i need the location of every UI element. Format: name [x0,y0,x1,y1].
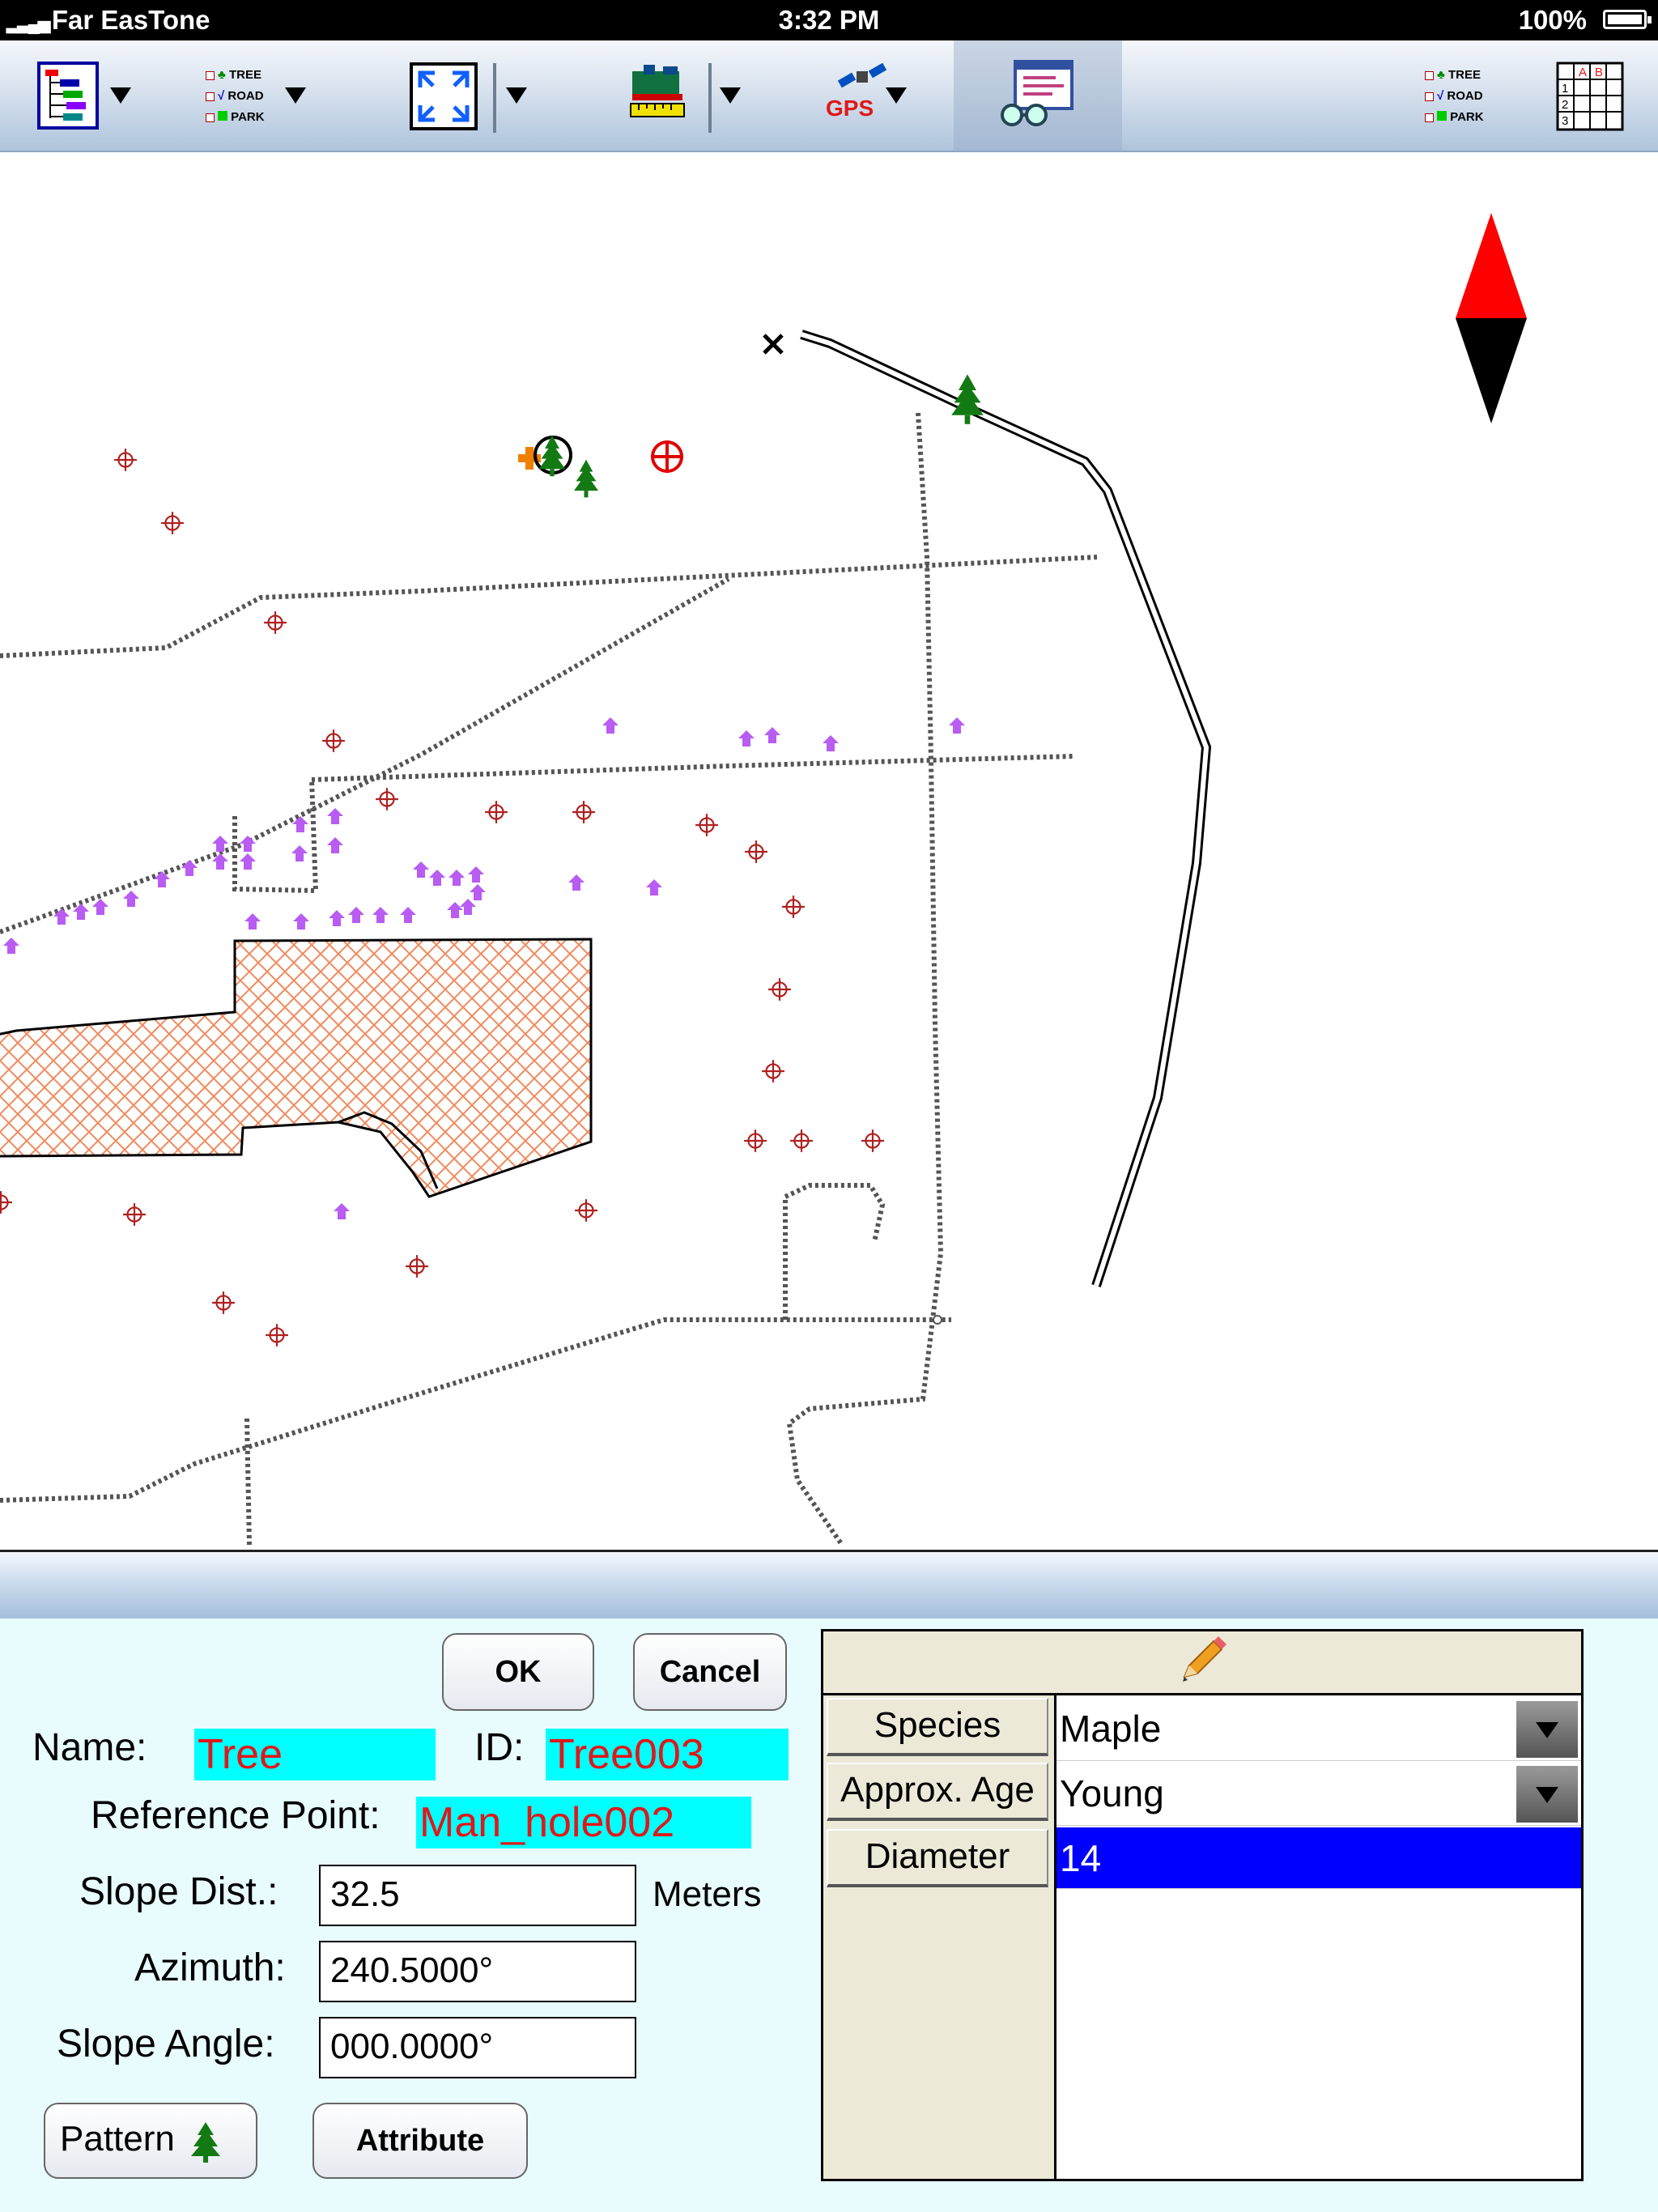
map-layer[interactable] [0,152,1658,1545]
chevron-down-icon[interactable] [285,87,306,104]
species-value: Maple [1060,1708,1162,1750]
name-field[interactable]: Tree [194,1729,436,1780]
slope-angle-input[interactable]: 000.0000° [319,2017,636,2078]
status-bar: ▂▃▄▅ Far EasTone 3:32 PM 100% [0,0,1658,40]
battery-percent: 100% [1518,5,1587,35]
chevron-down-icon[interactable] [886,87,907,104]
pattern-button[interactable]: Pattern [44,2103,257,2179]
diameter-input[interactable]: 14 [1056,1827,1581,1889]
reference-point-field[interactable]: Man_hole002 [416,1797,751,1848]
battery-icon [1603,10,1652,29]
grid-row-3: 3 [1562,114,1568,128]
zoom-extent-tool[interactable] [409,40,530,151]
distance-unit-label: Meters [653,1874,762,1914]
grid-header-b: B [1595,66,1603,79]
pattern-label: Pattern [60,2119,175,2159]
chevron-down-icon[interactable] [720,87,741,104]
slope-distance-label: Slope Dist.: [79,1870,278,1913]
age-select[interactable]: Young [1056,1761,1581,1826]
pencil-icon[interactable] [1173,1635,1230,1688]
chevron-down-icon[interactable] [110,87,131,104]
legend-list: ♣ TREE √ ROAD PARK [206,65,265,128]
measure-tool[interactable] [627,40,757,151]
grid-header-a: A [1579,66,1587,79]
cancel-button[interactable]: Cancel [633,1633,787,1711]
gps-satellite-icon [837,63,887,88]
map-canvas[interactable] [0,152,1658,1545]
chevron-down-icon[interactable] [1516,1766,1578,1823]
target-reticle-icon [651,440,683,473]
selected-tree-marker [518,435,598,498]
gps-tool[interactable]: GPS [818,40,915,151]
toolbar: ♣ TREE √ ROAD PARK GPS ♣ TREE √ ROAD PAR… [0,40,1658,152]
measure-icon [630,65,685,117]
legend-item-tree: ♣ TREE [1425,65,1484,86]
slope-distance-input[interactable]: 32.5 [319,1865,636,1926]
legend-item-road: √ ROAD [1425,86,1484,107]
tree-icon [191,2121,221,2163]
attribute-grid: Species Maple Approx. Age Young Diameter… [821,1629,1584,2181]
legend-item-tree: ♣ TREE [206,65,265,86]
attribute-button[interactable]: Attribute [312,2103,528,2179]
layer-tree-icon [37,62,99,130]
north-arrow-icon [1456,213,1527,423]
legend-item-park: PARK [1425,107,1484,128]
attribute-table-tool[interactable]: A B 1 2 3 [1556,40,1624,151]
clock: 3:32 PM [778,5,880,35]
field-species-header[interactable]: Species [827,1698,1048,1756]
slope-angle-label: Slope Angle: [57,2023,275,2065]
attribute-grid-header [823,1631,1581,1695]
park-polygon [0,938,593,1198]
layer-visibility-tool[interactable]: ♣ TREE √ ROAD PARK [1425,40,1506,151]
zoom-extent-icon [410,62,478,130]
gps-label: GPS [826,96,874,121]
age-value: Young [1060,1772,1164,1814]
id-field[interactable]: Tree003 [546,1729,789,1780]
table-grid-icon: A B 1 2 3 [1556,62,1624,131]
grid-row-2: 2 [1562,98,1568,112]
legend-item-road: √ ROAD [206,86,265,107]
layer-tree-tool[interactable] [32,40,146,151]
species-select[interactable]: Maple [1056,1696,1581,1761]
azimuth-label: Azimuth: [134,1946,286,1989]
layer-legend-tool[interactable]: ♣ TREE √ ROAD PARK [202,40,316,151]
ok-button[interactable]: OK [442,1633,594,1711]
field-diameter-header[interactable]: Diameter [827,1829,1048,1887]
highway-road [800,330,1212,1287]
survey-point-dialog: OK Cancel Name: Tree ID: Tree003 Referen… [0,1550,1658,2212]
field-age-header[interactable]: Approx. Age [827,1763,1048,1821]
survey-tool[interactable] [954,40,1122,151]
reference-point-label: Reference Point: [91,1794,380,1837]
survey-binoculars-icon [1001,60,1073,126]
close-marker-icon [763,334,784,355]
azimuth-input[interactable]: 240.5000° [319,1941,636,2002]
dialog-header [0,1552,1658,1619]
legend-list: ♣ TREE √ ROAD PARK [1425,65,1484,128]
id-label: ID: [474,1726,525,1769]
chevron-down-icon[interactable] [1516,1701,1578,1758]
name-label: Name: [32,1726,147,1769]
grid-row-1: 1 [1562,82,1568,96]
chevron-down-icon[interactable] [506,87,527,104]
legend-item-park: PARK [206,107,265,128]
